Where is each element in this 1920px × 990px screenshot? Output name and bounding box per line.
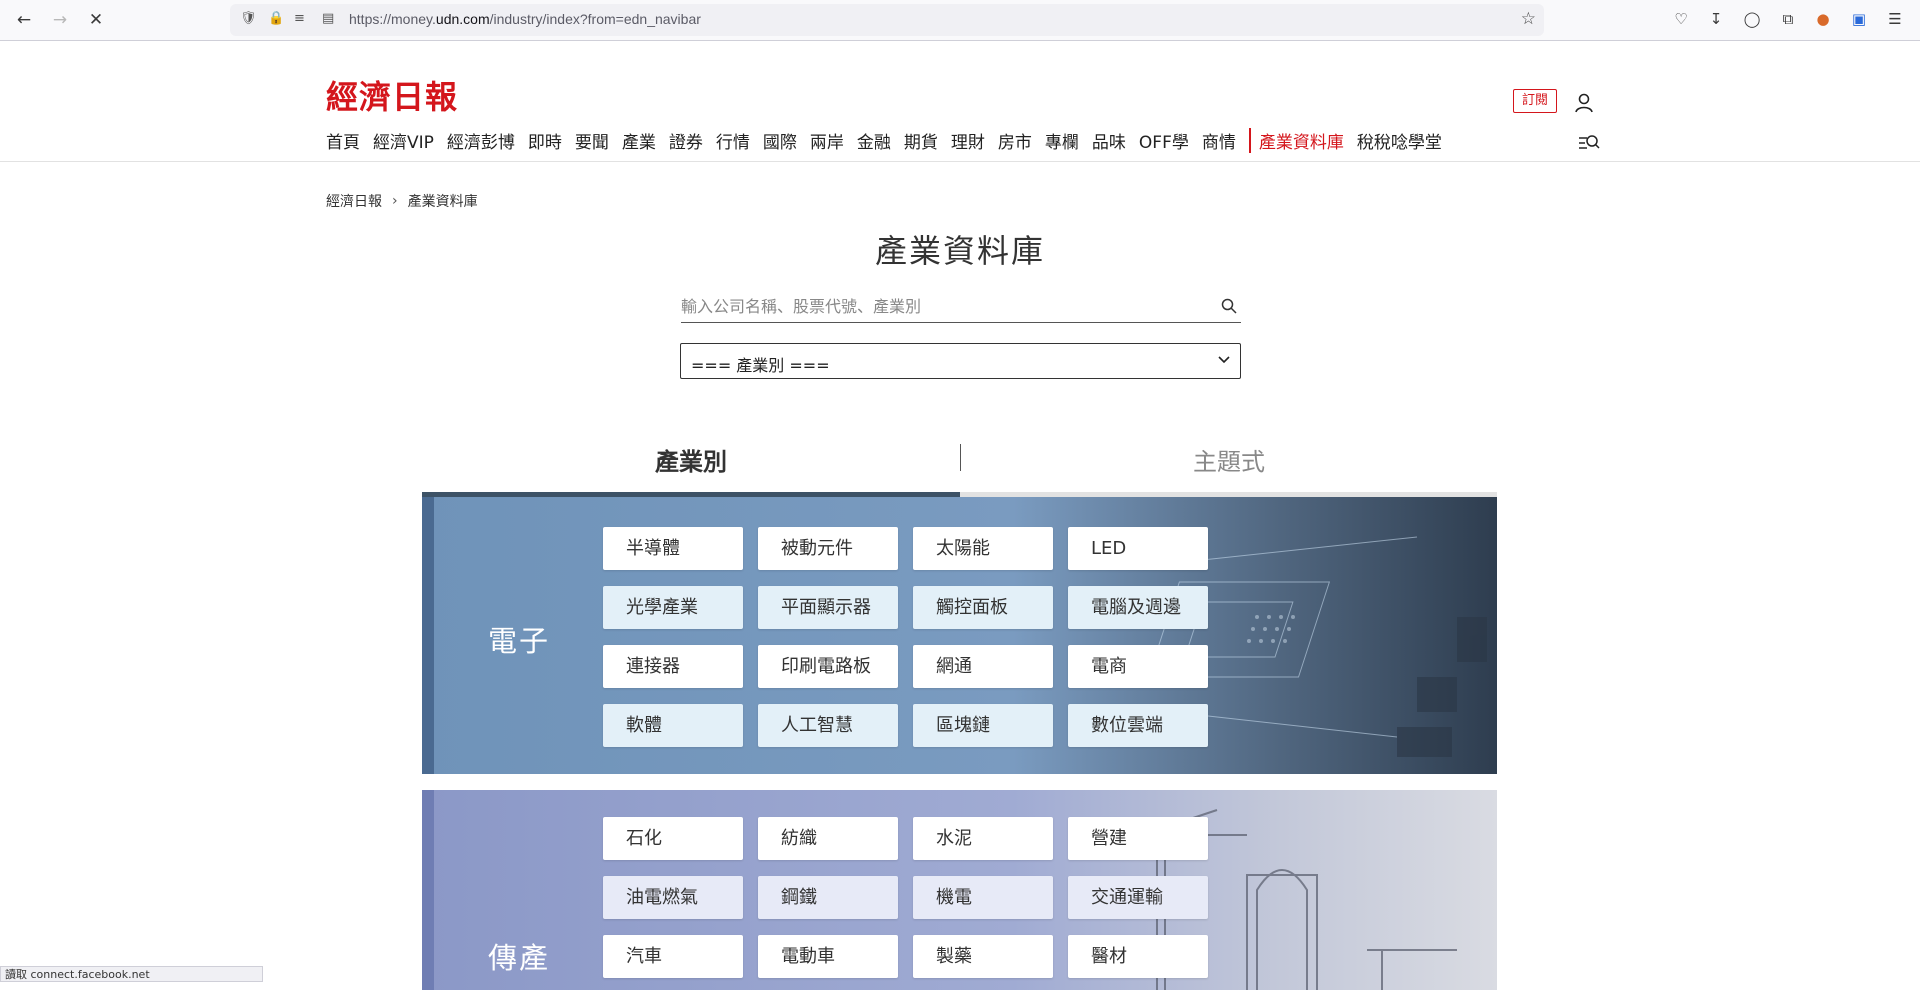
extension-badge-icon[interactable]: ●: [1814, 10, 1832, 28]
tag-solar[interactable]: 太陽能: [913, 527, 1053, 570]
site-logo[interactable]: 經濟日報: [326, 72, 458, 118]
nav-item-finance[interactable]: 金融: [857, 128, 891, 153]
shield-icon[interactable]: 🛡: [240, 11, 257, 26]
company-search: [681, 292, 1241, 323]
menu-icon[interactable]: ☰: [1886, 10, 1904, 28]
tag-cement[interactable]: 水泥: [913, 817, 1053, 860]
nav-item-columns[interactable]: 專欄: [1045, 128, 1079, 153]
tag-networking[interactable]: 網通: [913, 645, 1053, 688]
account-icon[interactable]: ◯: [1743, 10, 1761, 28]
tab-by-theme[interactable]: 主題式: [960, 442, 1498, 477]
tag-software[interactable]: 軟體: [603, 704, 743, 747]
permissions-icon[interactable]: ≡: [294, 11, 305, 26]
tag-ai[interactable]: 人工智慧: [758, 704, 898, 747]
header-divider: [0, 161, 1920, 162]
translate-icon[interactable]: ▣: [1850, 10, 1868, 28]
tag-blockchain[interactable]: 區塊鏈: [913, 704, 1053, 747]
tag-ecommerce[interactable]: 電商: [1068, 645, 1208, 688]
category-traditional: 傳產: [488, 941, 551, 975]
bookmark-star-icon[interactable]: ☆: [1521, 9, 1536, 29]
nav-item-cross-strait[interactable]: 兩岸: [810, 128, 844, 153]
tag-touch-panel[interactable]: 觸控面板: [913, 586, 1053, 629]
tag-electric-vehicles[interactable]: 電動車: [758, 935, 898, 978]
chevron-right-icon: ›: [392, 193, 398, 209]
tag-electromechanical[interactable]: 機電: [913, 876, 1053, 919]
nav-item-international[interactable]: 國際: [763, 128, 797, 153]
breadcrumb-current[interactable]: 產業資料庫: [408, 191, 478, 211]
search-icon[interactable]: [1578, 134, 1600, 152]
browser-toolbar: ← → ✕ 🛡 🔒 ≡ ▤ https://money.udn.com/indu…: [0, 0, 1920, 41]
tag-steel[interactable]: 鋼鐵: [758, 876, 898, 919]
nav-item-lifestyle[interactable]: 品味: [1092, 128, 1126, 153]
main-nav: 首頁 經濟VIP 經濟彭博 即時 要聞 產業 證券 行情 國際 兩岸 金融 期貨…: [326, 128, 1455, 153]
nav-item-home[interactable]: 首頁: [326, 128, 360, 153]
tag-computer-peripherals[interactable]: 電腦及週邊: [1068, 586, 1208, 629]
tag-petrochemical[interactable]: 石化: [603, 817, 743, 860]
nav-item-business[interactable]: 商情: [1202, 128, 1236, 153]
tag-passive-components[interactable]: 被動元件: [758, 527, 898, 570]
nav-item-securities[interactable]: 證券: [669, 128, 703, 153]
chevron-down-icon: [1218, 356, 1230, 364]
nav-item-futures[interactable]: 期貨: [904, 128, 938, 153]
category-electronics: 電子: [488, 624, 551, 658]
lock-icon[interactable]: 🔒: [268, 11, 284, 26]
panel-accent: [422, 497, 434, 774]
extensions-icon[interactable]: ⧉: [1779, 10, 1797, 28]
industry-panel-traditional: 傳產 石化 紡織 水泥 營建 油電燃氣 鋼鐵 機電 交通運輸 汽車 電動車 製藥…: [422, 790, 1497, 990]
tag-pcb[interactable]: 印刷電路板: [758, 645, 898, 688]
stop-loading-icon[interactable]: ✕: [86, 10, 106, 30]
nav-item-realtime[interactable]: 即時: [528, 128, 562, 153]
url-text[interactable]: https://money.udn.com/industry/index?fro…: [349, 11, 701, 27]
nav-item-quotes[interactable]: 行情: [716, 128, 750, 153]
tag-pharmaceuticals[interactable]: 製藥: [913, 935, 1053, 978]
address-bar[interactable]: 🛡 🔒 ≡ ▤ https://money.udn.com/industry/i…: [230, 4, 1544, 36]
tag-automotive[interactable]: 汽車: [603, 935, 743, 978]
nav-item-realestate[interactable]: 房市: [998, 128, 1032, 153]
tag-semiconductor[interactable]: 半導體: [603, 527, 743, 570]
breadcrumb: 經濟日報 › 產業資料庫: [326, 191, 478, 211]
tag-textiles[interactable]: 紡織: [758, 817, 898, 860]
tag-transportation[interactable]: 交通運輸: [1068, 876, 1208, 919]
page-title: 產業資料庫: [874, 232, 1045, 270]
subscribe-button[interactable]: 訂閱: [1513, 89, 1557, 113]
nav-item-industry[interactable]: 產業: [622, 128, 656, 153]
back-icon[interactable]: ←: [14, 10, 34, 30]
user-icon[interactable]: [1574, 93, 1594, 113]
industry-select-value: === 產業別 ===: [691, 356, 830, 375]
tag-construction[interactable]: 營建: [1068, 817, 1208, 860]
nav-item-wealth[interactable]: 理財: [951, 128, 985, 153]
tab-by-industry[interactable]: 產業別: [422, 442, 960, 477]
nav-item-tax[interactable]: 稅稅唸學堂: [1357, 128, 1442, 153]
magnifier-icon[interactable]: [1221, 298, 1237, 314]
tag-connectors[interactable]: 連接器: [603, 645, 743, 688]
industry-select[interactable]: === 產業別 ===: [680, 343, 1241, 379]
nav-item-off[interactable]: OFF學: [1139, 128, 1189, 153]
tag-flat-panel[interactable]: 平面顯示器: [758, 586, 898, 629]
panel-accent: [422, 790, 434, 990]
tag-cloud[interactable]: 數位雲端: [1068, 704, 1208, 747]
pocket-icon[interactable]: ♡: [1672, 10, 1690, 28]
tag-medical-devices[interactable]: 醫材: [1068, 935, 1208, 978]
nav-item-industry-db[interactable]: 產業資料庫: [1248, 128, 1344, 153]
search-input[interactable]: [681, 292, 1201, 320]
download-icon[interactable]: ↧: [1707, 10, 1725, 28]
tag-oil-gas-power[interactable]: 油電燃氣: [603, 876, 743, 919]
industry-panel-electronics: 電子 半導體 被動元件 太陽能 LED 光學產業 平面顯示器 觸控面板 電腦及週…: [422, 497, 1497, 774]
nav-item-vip[interactable]: 經濟VIP: [373, 128, 434, 153]
status-bar: 讀取 connect.facebook.net: [0, 966, 263, 982]
forward-icon[interactable]: →: [50, 10, 70, 30]
nav-item-headlines[interactable]: 要聞: [575, 128, 609, 153]
breadcrumb-home[interactable]: 經濟日報: [326, 191, 382, 211]
reader-icon[interactable]: ▤: [322, 11, 334, 26]
tag-optics[interactable]: 光學產業: [603, 586, 743, 629]
nav-item-bloomberg[interactable]: 經濟彭博: [447, 128, 515, 153]
tag-led[interactable]: LED: [1068, 527, 1208, 570]
